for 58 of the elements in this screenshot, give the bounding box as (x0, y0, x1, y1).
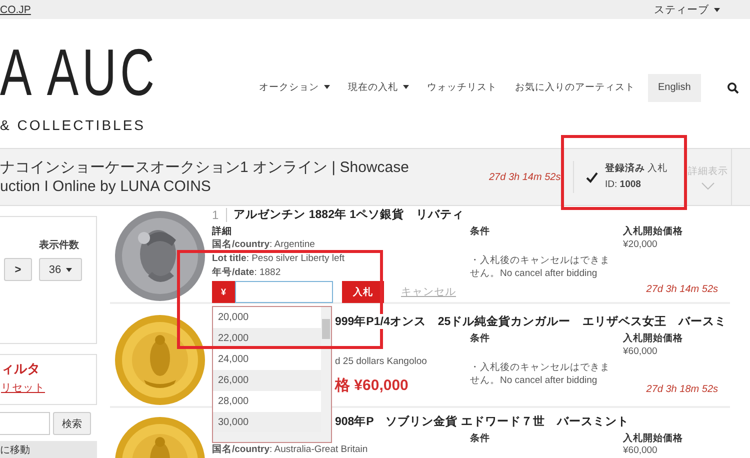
search-button[interactable]: 検索 (53, 412, 91, 435)
detail-line: 国名/country: Australia-Great Britain (212, 444, 369, 456)
conditions-label: 条件 (470, 432, 491, 445)
start-price: ¥60,000 (623, 345, 658, 358)
lot-number: 1 (212, 208, 227, 222)
user-menu[interactable]: スティーブ (654, 2, 720, 16)
chevron-icon (701, 182, 715, 190)
countdown: 27d 3h 14m 52s (645, 284, 718, 295)
detail-line: 国名/country: Argentine (212, 238, 316, 252)
start-price-label: 入札開始価格 (623, 225, 684, 238)
scrollbar[interactable] (213, 432, 331, 442)
bid-amount-field[interactable] (235, 281, 333, 303)
detail-line: Lot title: Peso silver Liberty left (212, 252, 346, 266)
amount-option[interactable]: 30,000 (213, 412, 321, 432)
start-price: ¥60,000 (623, 445, 658, 457)
countdown: 27d 3h 14m 52s (489, 172, 562, 182)
logo-tagline: & COLLECTIBLES (0, 117, 146, 133)
auction-title: uction I Online by LUNA COINS (0, 177, 212, 196)
start-price-label: 入札開始価格 (623, 332, 684, 345)
search-icon[interactable] (726, 82, 739, 94)
reset-link[interactable]: リセット (1, 382, 45, 394)
caret-icon (714, 8, 720, 12)
caret-icon (66, 268, 72, 272)
logo-text: A AUC (0, 43, 155, 101)
conditions-text: ・入札後のキャンセルはできません。No cancel after bidding (470, 361, 610, 387)
bid-button[interactable]: 入札 (342, 281, 384, 303)
jump-header: に移動 (0, 441, 97, 458)
detail-line: 年号/date: 1882 (212, 266, 282, 280)
detail-line: d 25 dollars Kangoloo (335, 355, 428, 368)
per-page-select[interactable]: 36 (39, 258, 82, 281)
bidder-id: ID: 1008 (605, 178, 642, 192)
amount-option[interactable]: 20,000 (213, 307, 321, 328)
nav-item[interactable]: オークション (250, 81, 339, 94)
per-page-label: 表示件数 (39, 238, 80, 252)
conditions-text: ・入札後のキャンセルはできません。No cancel after bidding (470, 254, 610, 280)
amount-option[interactable]: 24,000 (213, 349, 321, 370)
current-price: 格 ¥60,000 (335, 376, 410, 395)
scrollbar[interactable] (321, 307, 331, 432)
details-label: 詳細 (212, 225, 233, 238)
filter-title: ィルタ (1, 360, 41, 378)
nav-item[interactable]: 現在の入札 (339, 81, 418, 94)
language-button[interactable]: English (648, 74, 701, 102)
conditions-label: 条件 (470, 225, 491, 238)
amount-option[interactable]: 28,000 (213, 391, 321, 412)
site-link[interactable]: CO.JP (0, 4, 31, 16)
amount-option[interactable]: 26,000 (213, 370, 321, 391)
countdown: 27d 3h 18m 52s (645, 384, 718, 395)
search-field[interactable] (0, 412, 50, 435)
lot-title[interactable]: アルゼンチン 1882年 1ペソ銀貨 リバティ (234, 207, 464, 222)
conditions-label: 条件 (470, 332, 491, 345)
start-price-label: 入札開始価格 (623, 432, 684, 445)
nav-item[interactable]: ウォッチリスト (418, 81, 506, 94)
start-price: ¥20,000 (623, 238, 658, 252)
currency-button[interactable]: ¥ (212, 281, 235, 303)
registration-status: 登録済み 入札 (605, 162, 668, 176)
next-page-button[interactable]: > (4, 258, 32, 281)
lot-title[interactable]: 908年P ソブリン金貨 エドワード７世 バースミント (335, 414, 629, 429)
nav-item[interactable]: お気に入りのアーティスト (506, 81, 644, 94)
